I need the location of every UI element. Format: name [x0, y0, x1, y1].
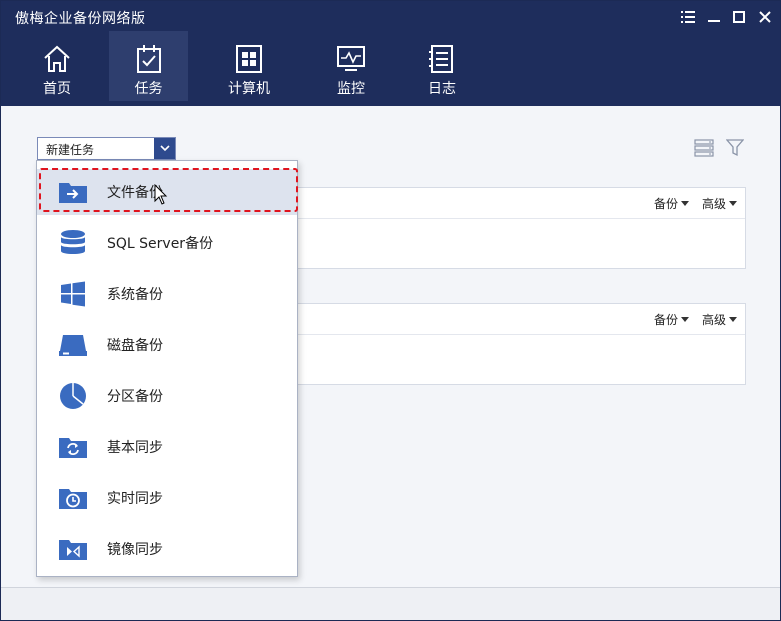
- menu-item-label: 基本同步: [107, 440, 163, 456]
- new-task-menu: 文件备份 SQL Server备份 系统备份 磁盘备份 分区备份 基本同步 实时…: [36, 160, 298, 577]
- nav-computers-label: 计算机: [228, 81, 270, 97]
- menu-item-label: 实时同步: [107, 491, 163, 507]
- app-title: 傲梅企业备份网络版: [15, 11, 146, 27]
- disk-icon: [58, 331, 88, 359]
- menu-item-label: 系统备份: [107, 287, 163, 303]
- backup-menu-label: 备份: [654, 197, 679, 211]
- task-icon: [133, 44, 165, 74]
- backup-menu[interactable]: 备份: [654, 311, 690, 328]
- menu-item-label: 分区备份: [107, 389, 163, 405]
- list-view-icon[interactable]: [694, 139, 714, 157]
- chevron-down-icon[interactable]: [154, 138, 175, 159]
- folder-clock-icon: [58, 484, 88, 512]
- menu-icon[interactable]: [677, 7, 699, 27]
- nav-home-label: 首页: [43, 81, 71, 97]
- caret-down-icon: [681, 317, 690, 322]
- caret-down-icon: [729, 201, 738, 206]
- nav-computers[interactable]: 计算机: [211, 31, 287, 101]
- menu-item-label: 磁盘备份: [107, 338, 163, 354]
- nav-logs-label: 日志: [428, 81, 456, 97]
- nav-monitor[interactable]: 监控: [315, 31, 387, 101]
- header-bar: 傲梅企业备份网络版 首页 任务 计算机 监控 日志: [1, 1, 780, 106]
- menu-item-basic-sync[interactable]: 基本同步: [37, 424, 297, 470]
- mouse-cursor-icon: [154, 183, 168, 206]
- computer-icon: [233, 44, 265, 74]
- new-task-label: 新建任务: [46, 143, 95, 157]
- menu-item-label: 镜像同步: [107, 542, 163, 558]
- menu-item-mirror-sync[interactable]: 镜像同步: [37, 526, 297, 572]
- folder-mirror-icon: [58, 535, 88, 563]
- status-bar: [1, 587, 780, 620]
- nav-home[interactable]: 首页: [23, 31, 91, 101]
- caret-down-icon: [729, 317, 738, 322]
- nav-tasks-label: 任务: [134, 81, 163, 97]
- advanced-menu-label: 高级: [702, 197, 727, 211]
- nav-monitor-label: 监控: [337, 81, 365, 97]
- log-icon: [426, 44, 458, 74]
- caret-down-icon: [681, 201, 690, 206]
- minimize-icon[interactable]: [703, 7, 725, 27]
- menu-item-sql-backup[interactable]: SQL Server备份: [37, 220, 297, 266]
- close-icon[interactable]: [754, 7, 776, 27]
- filter-icon[interactable]: [725, 139, 745, 157]
- advanced-menu[interactable]: 高级: [702, 195, 738, 212]
- new-task-dropdown[interactable]: 新建任务: [37, 137, 176, 160]
- menu-item-disk-backup[interactable]: 磁盘备份: [37, 322, 297, 368]
- menu-item-label: SQL Server备份: [107, 236, 214, 252]
- database-icon: [58, 229, 88, 257]
- monitor-icon: [335, 44, 367, 74]
- folder-arrow-icon: [58, 178, 88, 206]
- windows-icon: [58, 280, 88, 308]
- maximize-icon[interactable]: [728, 7, 750, 27]
- advanced-menu[interactable]: 高级: [702, 311, 738, 328]
- backup-menu[interactable]: 备份: [654, 195, 690, 212]
- menu-item-partition-backup[interactable]: 分区备份: [37, 373, 297, 419]
- app-window: 傲梅企业备份网络版 首页 任务 计算机 监控 日志 新建任务 备份 高级 备份 …: [0, 0, 781, 621]
- menu-item-realtime-sync[interactable]: 实时同步: [37, 475, 297, 521]
- folder-sync-icon: [58, 433, 88, 461]
- nav-logs[interactable]: 日志: [409, 31, 475, 101]
- menu-item-system-backup[interactable]: 系统备份: [37, 271, 297, 317]
- backup-menu-label: 备份: [654, 313, 679, 327]
- advanced-menu-label: 高级: [702, 313, 727, 327]
- nav-tasks[interactable]: 任务: [109, 31, 188, 101]
- home-icon: [41, 44, 73, 74]
- pie-icon: [58, 382, 88, 410]
